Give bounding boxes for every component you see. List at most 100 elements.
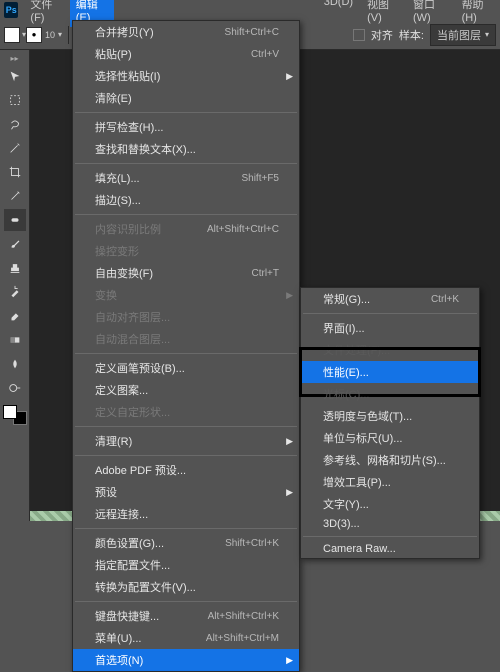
menu-item[interactable]: 首选项(N) ▶ [73, 649, 299, 671]
menu-item[interactable]: 键盘快捷键... Alt+Shift+Ctrl+K [73, 605, 299, 627]
menu-item-label: 拼写检查(H)... [95, 119, 163, 135]
menu-item-label: 首选项(N) [95, 652, 143, 668]
menu-separator [75, 163, 297, 164]
menu-item[interactable]: 清理(R) ▶ [73, 430, 299, 452]
menu-bar: Ps 文件(F) 编辑(E) 3D(D) 视图(V) 窗口(W) 帮助(H) [0, 0, 500, 20]
marquee-tool[interactable] [4, 89, 26, 111]
menu-item[interactable]: 定义画笔预设(B)... [73, 357, 299, 379]
menu-item-label: 菜单(U)... [95, 630, 141, 646]
foreground-color[interactable] [3, 405, 17, 419]
edit-dropdown: 合并拷贝(Y)Shift+Ctrl+C粘贴(P)Ctrl+V选择性粘贴(I)▶清… [72, 20, 300, 672]
menu-item[interactable]: 转换为配置文件(V)... [73, 576, 299, 598]
menu-item[interactable]: 合并拷贝(Y)Shift+Ctrl+C [73, 21, 299, 43]
submenu-arrow-icon: ▶ [286, 436, 293, 447]
blur-tool[interactable] [4, 353, 26, 375]
gradient-tool[interactable] [4, 329, 26, 351]
menu-item-label: 描边(S)... [95, 192, 141, 208]
brush-tool[interactable] [4, 233, 26, 255]
stamp-tool[interactable] [4, 257, 26, 279]
menu-item[interactable]: 定义图案... [73, 379, 299, 401]
menu-separator [303, 313, 477, 314]
menu-item-label: 单位与标尺(U)... [323, 430, 402, 446]
menu-item-label: 查找和替换文本(X)... [95, 141, 196, 157]
color-swatches[interactable] [3, 405, 27, 425]
eraser-tool[interactable] [4, 305, 26, 327]
menu-item-label: 键盘快捷键... [95, 608, 159, 624]
menu-item-label: Camera Raw... [323, 543, 396, 555]
crop-tool[interactable] [4, 161, 26, 183]
sample-label: 样本: [399, 27, 424, 43]
submenu-arrow-icon: ▶ [286, 290, 293, 301]
menu-item[interactable]: 指定配置文件... [73, 554, 299, 576]
menu-item-label: 界面(I)... [323, 320, 365, 336]
menu-item[interactable]: Camera Raw... [301, 540, 479, 558]
history-brush-tool[interactable] [4, 281, 26, 303]
menu-item-label: 内容识别比例 [95, 221, 161, 237]
menu-item[interactable]: 预设▶ [73, 481, 299, 503]
menu-item[interactable]: 远程连接... [73, 503, 299, 525]
menu-item[interactable]: 粘贴(P)Ctrl+V [73, 43, 299, 65]
menu-item[interactable]: 拼写检查(H)... [73, 116, 299, 138]
menu-item-label: 远程连接... [95, 506, 148, 522]
separator [68, 26, 69, 44]
menu-item[interactable]: 单位与标尺(U)... [301, 427, 479, 449]
menu-item[interactable]: 性能(E)... [301, 361, 479, 383]
menu-item-label: Adobe PDF 预设... [95, 462, 186, 478]
menu-item[interactable]: 透明度与色域(T)... [301, 405, 479, 427]
menu-item-label: 合并拷贝(Y) [95, 24, 154, 40]
aligned-checkbox[interactable] [353, 29, 365, 41]
menu-item[interactable]: 选择性粘贴(I)▶ [73, 65, 299, 87]
menu-item[interactable]: Adobe PDF 预设... [73, 459, 299, 481]
heal-tool[interactable] [4, 209, 26, 231]
dodge-tool[interactable] [4, 377, 26, 399]
menu-item[interactable]: 描边(S)... [73, 189, 299, 211]
lasso-tool[interactable] [4, 113, 26, 135]
menu-item[interactable]: 填充(L)...Shift+F5 [73, 167, 299, 189]
eyedropper-tool[interactable] [4, 185, 26, 207]
sample-combo[interactable]: 当前图层 ▾ [430, 24, 496, 46]
menu-separator [75, 214, 297, 215]
menu-item-label: 参考线、网格和切片(S)... [323, 452, 446, 468]
menu-shortcut: Alt+Shift+Ctrl+K [208, 611, 279, 622]
menu-item-label: 粘贴(P) [95, 46, 132, 62]
menu-item[interactable]: 颜色设置(G)...Shift+Ctrl+K [73, 532, 299, 554]
move-tool[interactable] [4, 65, 26, 87]
menu-item-label: 定义图案... [95, 382, 148, 398]
menu-item[interactable]: 界面(I)... [301, 317, 479, 339]
menu-item-label: 操控变形 [95, 243, 139, 259]
menu-item[interactable]: 查找和替换文本(X)... [73, 138, 299, 160]
wand-tool[interactable] [4, 137, 26, 159]
menu-item[interactable]: 清除(E) [73, 87, 299, 109]
menu-item-label: 自由变换(F) [95, 265, 153, 281]
menu-separator [75, 455, 297, 456]
menu-item: 自动对齐图层... [73, 306, 299, 328]
brush-picker[interactable]: ● 10 ▾ [26, 27, 62, 43]
menu-item[interactable]: 菜单(U)...Alt+Shift+Ctrl+M [73, 627, 299, 649]
menu-item[interactable]: 参考线、网格和切片(S)... [301, 449, 479, 471]
menu-item-label: 清理(R) [95, 433, 132, 449]
menu-shortcut: Shift+Ctrl+K [225, 538, 279, 549]
menu-shortcut: Ctrl+K [431, 294, 459, 305]
menu-item[interactable]: 增效工具(P)... [301, 471, 479, 493]
menu-item[interactable]: 自由变换(F)Ctrl+T [73, 262, 299, 284]
submenu-arrow-icon: ▶ [286, 487, 293, 498]
menu-item[interactable]: 光标(C)... [301, 383, 479, 405]
aligned-label: 对齐 [371, 27, 393, 43]
menu-item: 自动混合图层... [73, 328, 299, 350]
tool-preset-picker[interactable] [4, 27, 20, 43]
menu-separator [75, 353, 297, 354]
app-logo: Ps [4, 2, 18, 18]
brush-dot-icon: ● [26, 27, 42, 43]
toolbox-grip-icon[interactable]: ▸▸ [10, 54, 18, 63]
menu-item[interactable]: 文件处理(F)... [301, 339, 479, 361]
menu-item-label: 透明度与色域(T)... [323, 408, 412, 424]
sample-combo-value: 当前图层 [437, 27, 481, 43]
menu-item[interactable]: 3D(3)... [301, 515, 479, 533]
menu-separator [75, 528, 297, 529]
menu-item[interactable]: 常规(G)...Ctrl+K [301, 288, 479, 310]
menu-separator [75, 601, 297, 602]
submenu-arrow-icon: ▶ [286, 655, 293, 666]
menu-separator [75, 426, 297, 427]
menu-file[interactable]: 文件(F) [24, 0, 67, 27]
menu-item[interactable]: 文字(Y)... [301, 493, 479, 515]
